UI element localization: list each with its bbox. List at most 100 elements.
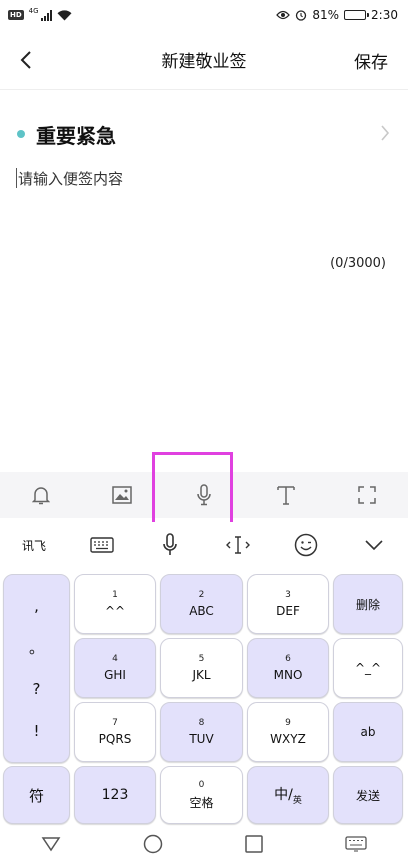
key-5[interactable]: 5 JKL [160, 638, 243, 698]
punct-period[interactable]: 。 [29, 632, 44, 664]
punct-exclaim[interactable]: ! [33, 715, 39, 747]
numeric-key[interactable]: 123 [74, 766, 156, 824]
nav-home-button[interactable] [143, 834, 163, 858]
key-8-number: 8 [198, 718, 205, 728]
key-8[interactable]: 8 TUV [160, 702, 243, 762]
note-placeholder: 请输入便签内容 [18, 169, 124, 188]
reminder-button[interactable] [21, 475, 61, 515]
text-format-button[interactable] [266, 475, 306, 515]
emoji-icon [294, 533, 318, 557]
key-3-label: DEF [276, 604, 300, 618]
key-8-label: TUV [189, 732, 214, 746]
key-2[interactable]: 2 ABC [160, 574, 243, 634]
key-1-label: ^^ [104, 604, 126, 618]
keyboard-nav-icon [345, 836, 367, 852]
delete-key[interactable]: 删除 [333, 574, 403, 634]
category-selector[interactable]: 重要紧急 [0, 112, 408, 156]
ime-voice-button[interactable] [147, 525, 193, 565]
text-caret [16, 168, 17, 188]
network-type: 4G [28, 7, 39, 15]
key-1[interactable]: 1 ^^ [74, 574, 156, 634]
key-3[interactable]: 3 DEF [247, 574, 329, 634]
language-switch-key[interactable]: 中/英 [247, 766, 329, 824]
emoji-button[interactable] [283, 525, 329, 565]
status-bar: HD 4G 81% 2:30 [0, 0, 408, 30]
image-icon [112, 486, 133, 504]
ime-toolbar: 讯飞 [0, 522, 408, 568]
key-7-label: PQRS [98, 732, 132, 746]
save-button[interactable]: 保存 [354, 48, 388, 73]
key-3-number: 3 [285, 590, 291, 600]
punctuation-column[interactable]: , 。 ? ! [3, 574, 70, 763]
circle-home-icon [143, 834, 163, 854]
voice-icon [163, 533, 177, 555]
voice-input-button[interactable] [184, 475, 224, 515]
bell-icon [31, 487, 50, 505]
symbol-key[interactable]: 符 [3, 766, 70, 824]
face-key[interactable]: ^_^ [333, 638, 403, 698]
category-dot [17, 130, 25, 138]
fullscreen-button[interactable] [347, 475, 387, 515]
face-key-label: ^_^ [354, 661, 382, 675]
status-right: 81% 2:30 [276, 8, 398, 22]
nav-back-button[interactable] [41, 836, 61, 856]
key-9-label: WXYZ [270, 732, 306, 746]
key-7[interactable]: 7 PQRS [74, 702, 156, 762]
keyboard-switch-button[interactable] [79, 525, 125, 565]
key-2-label: ABC [189, 604, 214, 618]
chevron-right-icon [380, 124, 390, 146]
char-count: (0/3000) [330, 256, 386, 271]
symbol-key-label: 符 [28, 786, 44, 805]
screen: HD 4G 81% 2:30 新建敬业签 保存 重要紧急 请输入便签内容 (0/… [0, 0, 408, 862]
system-nav-bar [0, 830, 408, 862]
key-9[interactable]: 9 WXYZ [247, 702, 329, 762]
send-key[interactable]: 发送 [333, 766, 403, 824]
punct-comma[interactable]: , [34, 590, 39, 622]
cursor-move-button[interactable] [215, 525, 261, 565]
key-7-number: 7 [112, 718, 118, 728]
numeric-key-label: 123 [101, 787, 129, 803]
alarm-icon [295, 9, 307, 21]
nav-recents-button[interactable] [245, 835, 263, 857]
ime-brand-button[interactable]: 讯飞 [11, 525, 57, 565]
battery-icon [344, 10, 370, 20]
hide-keyboard-button[interactable] [351, 525, 397, 565]
punct-question[interactable]: ? [33, 673, 41, 705]
space-key[interactable]: 0 空格 [160, 766, 243, 824]
key-1-number: 1 [112, 590, 118, 600]
t9-keyboard: , 。 ? ! 1 ^^ 2 ABC 3 DEF 删除 4 GHI 5 JKL [0, 568, 408, 828]
eye-icon [276, 10, 291, 20]
fullscreen-icon [358, 486, 376, 504]
text-format-icon [276, 486, 295, 505]
key-4-label: GHI [104, 668, 126, 682]
key-9-number: 9 [285, 718, 291, 728]
clock: 2:30 [371, 8, 398, 22]
category-label: 重要紧急 [36, 123, 116, 148]
ab-key-label: ab [360, 725, 376, 739]
key-6[interactable]: 6 MNO [247, 638, 329, 698]
key-0-number: 0 [198, 779, 205, 790]
chevron-left-icon [20, 51, 31, 69]
hd-badge: HD [8, 10, 24, 20]
language-switch-label: 中/英 [274, 784, 302, 806]
editor-toolbar [0, 472, 408, 518]
ime-brand-label: 讯飞 [21, 538, 46, 553]
nav-keyboard-button[interactable] [345, 836, 367, 856]
cursor-icon [226, 536, 250, 554]
lang-main-label: 中/ [274, 787, 293, 804]
ab-key[interactable]: ab [333, 702, 403, 762]
key-4[interactable]: 4 GHI [74, 638, 156, 698]
signal-icon [40, 9, 52, 21]
header: 新建敬业签 保存 [0, 30, 408, 90]
collapse-icon [365, 540, 383, 551]
triangle-back-icon [41, 837, 61, 852]
send-key-label: 发送 [355, 788, 380, 803]
back-button[interactable] [14, 48, 38, 72]
key-2-number: 2 [198, 590, 205, 600]
delete-key-label: 删除 [355, 597, 380, 612]
insert-image-button[interactable] [102, 475, 142, 515]
wifi-icon [57, 9, 72, 21]
keyboard-icon [90, 537, 114, 553]
lang-sub-label: 英 [292, 795, 302, 806]
note-content-input[interactable]: 请输入便签内容 [16, 166, 392, 190]
